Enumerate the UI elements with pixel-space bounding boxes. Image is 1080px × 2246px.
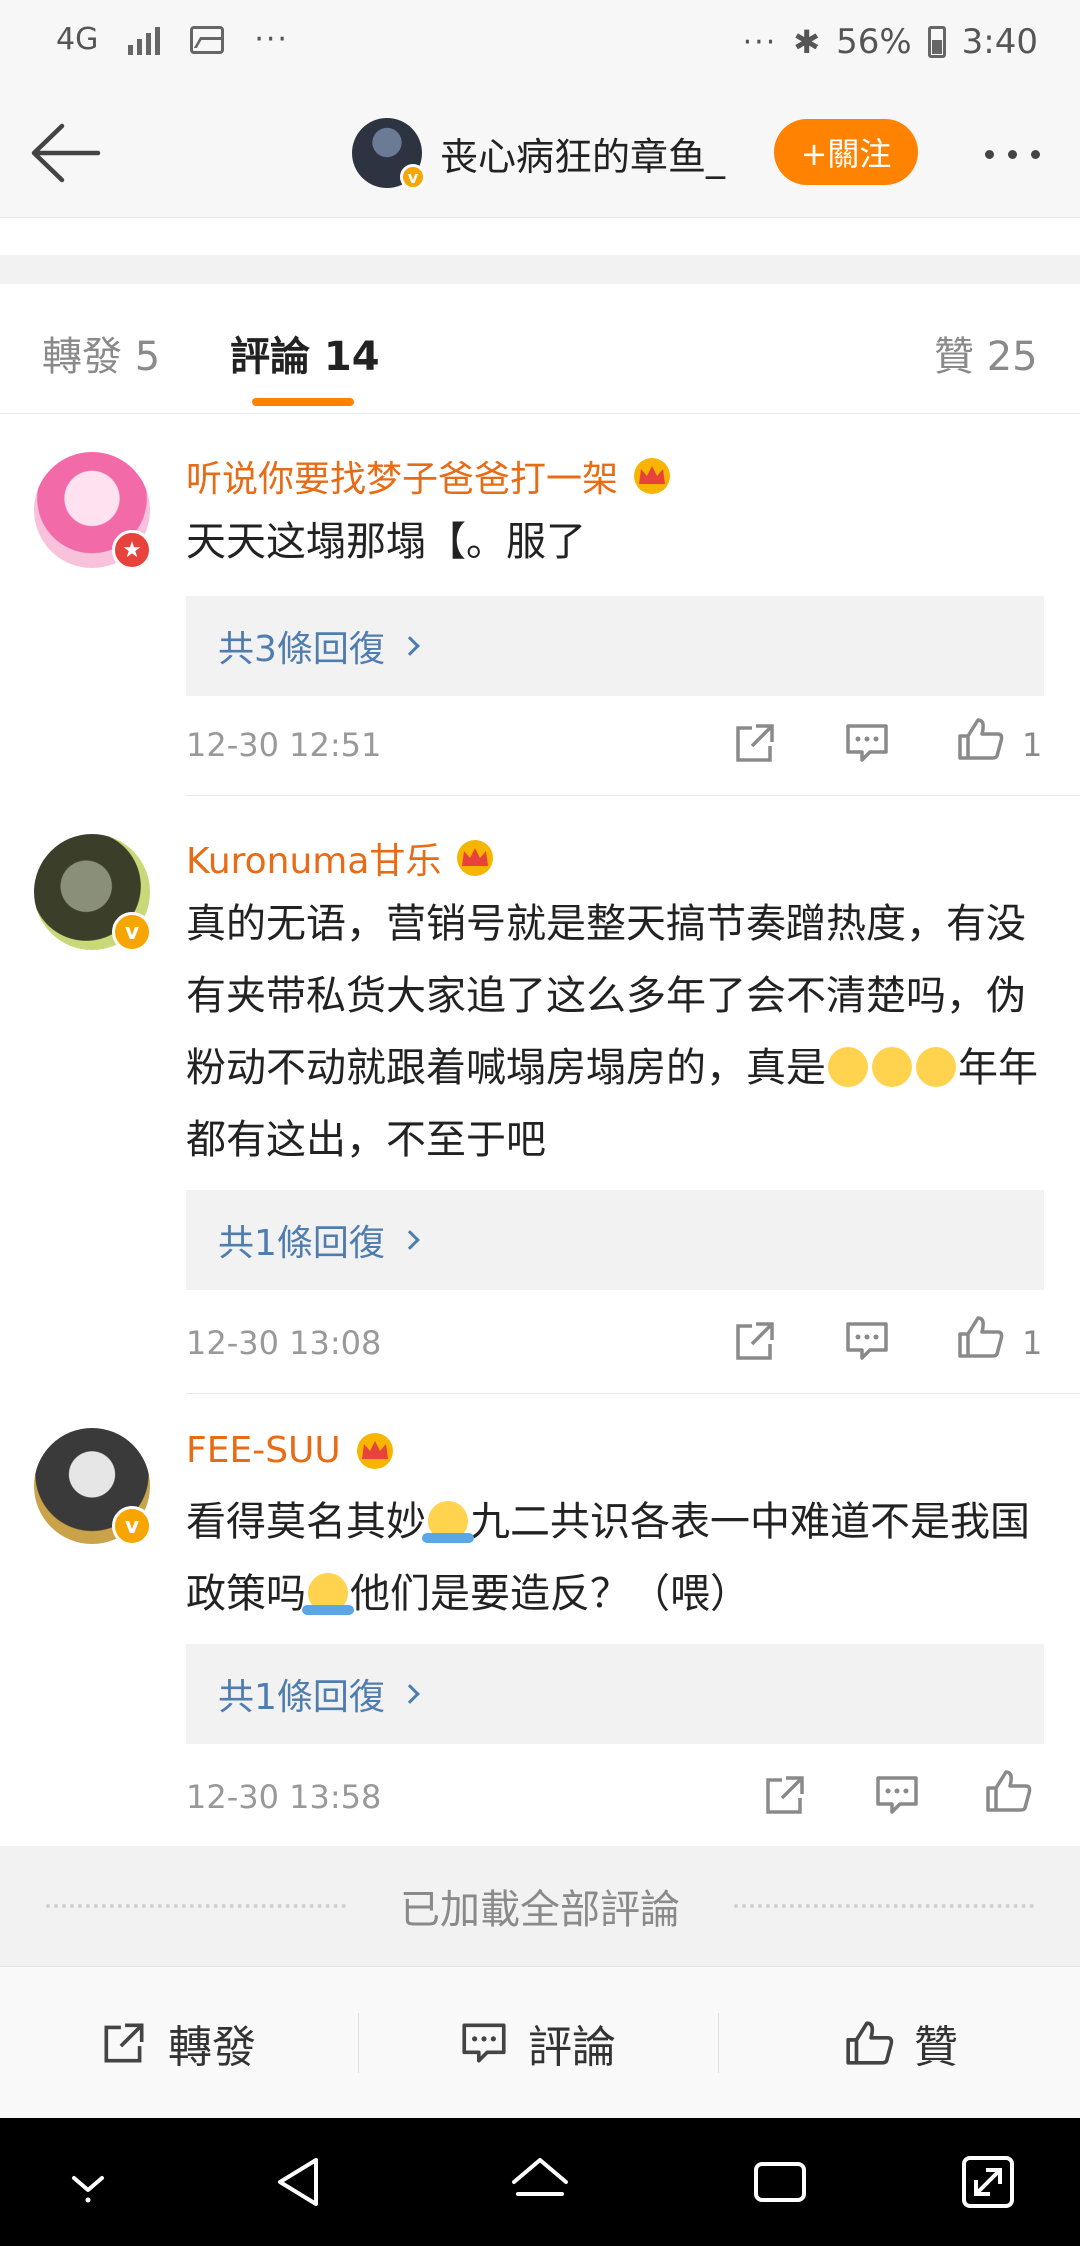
like-icon[interactable] (956, 1314, 1006, 1360)
more-options-button[interactable] (972, 134, 1052, 174)
comment-text: 看得莫名其妙 九二共识各表一中难道不是我国政策吗 他们是要造反？（喂） (186, 1486, 1046, 1630)
crown-icon (634, 458, 671, 494)
comment-text: 天天这塌那塌【。服了 (186, 519, 586, 565)
like-icon (846, 2021, 894, 2065)
chevron-right-icon (400, 1684, 420, 1704)
back-triangle-icon[interactable] (268, 2150, 332, 2214)
comment-item: v Kuronuma甘乐 真的无语，营销号就是整天搞节奏蹭热度，有没有夹带私货大… (0, 796, 1080, 1394)
tab-bar: 轉發 5 評論 14 贊 25 (0, 284, 1080, 414)
commenter-name[interactable]: Kuronuma甘乐 (186, 832, 497, 884)
like-count: 1 (1022, 726, 1043, 764)
chevron-right-icon (400, 1230, 420, 1250)
dotted-divider (734, 1904, 1034, 1908)
sleepy-emoji-icon (872, 1047, 912, 1087)
expand-icon[interactable] (956, 2150, 1020, 2214)
bluetooth-icon: ✱ (793, 23, 821, 61)
commenter-name-text: 听说你要找梦子爸爸打一架 (186, 459, 619, 500)
verified-badge-icon: v (112, 912, 152, 952)
repost-comment-icon[interactable] (730, 1318, 780, 1364)
more-status-icon: ··· (742, 24, 778, 60)
shrug-emoji-icon (302, 1573, 354, 1615)
like-button[interactable]: 贊 (844, 1967, 958, 2119)
follow-button[interactable]: +關注 (774, 119, 918, 185)
signal-icon (128, 25, 161, 55)
comment-button[interactable]: 評論 (458, 1967, 616, 2119)
battery-percent: 56% (836, 22, 912, 62)
view-replies-button[interactable]: 共1條回復 (186, 1190, 1044, 1290)
commenter-name-text: Kuronuma甘乐 (186, 841, 442, 882)
repost-icon (104, 2023, 144, 2063)
view-replies-button[interactable]: 共1條回復 (186, 1644, 1044, 1744)
crown-icon (356, 1432, 393, 1469)
repost-comment-icon[interactable] (730, 720, 780, 766)
status-bar: 4G ··· ··· ✱ 56% 3:40 (0, 0, 1080, 90)
repost-comment-icon[interactable] (760, 1772, 810, 1818)
reply-icon[interactable] (872, 1772, 922, 1818)
tab-likes[interactable]: 贊 25 (934, 324, 1038, 382)
tab-reposts[interactable]: 轉發 5 (42, 324, 160, 382)
back-arrow-icon (31, 123, 101, 183)
crown-icon (457, 840, 494, 876)
clock: 3:40 (961, 22, 1038, 62)
comment-timestamp: 12-30 13:08 (186, 1324, 382, 1362)
replies-label: 共1條回復 (218, 1223, 385, 1264)
comment-item: v FEE-SUU 看得莫名其妙 九二共识各表一中难道不是我国政策吗 他们是要造反？… (0, 1394, 1080, 1846)
repost-button[interactable]: 轉發 (98, 1967, 256, 2119)
comment-label: 評論 (528, 2022, 616, 2073)
comment-text: 真的无语，营销号就是整天搞节奏蹭热度，有没有夹带私货大家追了这么多年了会不清楚吗… (186, 888, 1046, 1176)
comment-timestamp: 12-30 12:51 (186, 726, 382, 764)
recent-apps-icon[interactable] (748, 2150, 812, 2214)
all-comments-loaded: 已加載全部評論 (0, 1846, 1080, 1966)
dotted-divider (46, 1904, 346, 1908)
like-icon[interactable] (984, 1768, 1034, 1814)
shrug-emoji-icon (422, 1501, 474, 1543)
comment-text-part: 他们是要造反？（喂） (350, 1571, 750, 1617)
comment-text-part: 看得莫名其妙 (186, 1499, 426, 1545)
comment-icon (462, 2023, 506, 2063)
battery-icon (927, 26, 946, 58)
verified-badge-icon: v (112, 1506, 152, 1546)
image-notification-icon (190, 25, 225, 54)
view-replies-button[interactable]: 共3條回復 (186, 596, 1044, 696)
verified-badge-icon: v (400, 164, 426, 190)
repost-label: 轉發 (168, 2022, 256, 2073)
commenter-avatar[interactable]: v (34, 834, 152, 952)
author-name[interactable]: 丧心病狂的章鱼_ (440, 126, 725, 181)
chevron-right-icon (400, 636, 420, 656)
commenter-avatar[interactable]: v (34, 1428, 152, 1546)
replies-label: 共3條回復 (218, 629, 385, 670)
hide-keyboard-icon[interactable] (56, 2150, 120, 2214)
commenter-name-text: FEE-SUU (186, 1430, 341, 1471)
tab-comments[interactable]: 評論 14 (230, 324, 380, 382)
comment-timestamp: 12-30 13:58 (186, 1778, 382, 1816)
system-navigation-bar (0, 2118, 1080, 2246)
commenter-name[interactable]: FEE-SUU (186, 1430, 397, 1471)
reply-icon[interactable] (842, 720, 892, 766)
sleepy-emoji-icon (828, 1047, 868, 1087)
separator (718, 2013, 719, 2073)
commenter-avatar[interactable]: ★ (34, 452, 152, 570)
author-avatar[interactable]: v (352, 118, 426, 190)
active-tab-indicator (252, 398, 354, 406)
commenter-name[interactable]: 听说你要找梦子爸爸打一架 (186, 450, 674, 502)
home-icon[interactable] (508, 2150, 572, 2214)
member-badge-icon: ★ (112, 530, 152, 570)
bottom-action-bar: 轉發 評論 贊 (0, 1966, 1080, 2118)
reply-icon[interactable] (842, 1318, 892, 1364)
separator (358, 2013, 359, 2073)
back-button[interactable] (24, 120, 104, 186)
like-label: 贊 (914, 2022, 958, 2073)
like-icon[interactable] (956, 716, 1006, 762)
like-count: 1 (1022, 1324, 1043, 1362)
sleepy-emoji-icon (916, 1047, 956, 1087)
section-gap (0, 255, 1080, 284)
comment-item: ★ 听说你要找梦子爸爸打一架 天天这塌那塌【。服了 共3條回復 12-30 12… (0, 414, 1080, 796)
more-notifications-icon: ··· (254, 22, 289, 57)
replies-label: 共1條回復 (218, 1677, 385, 1718)
top-nav-bar: v 丧心病狂的章鱼_ +關注 (0, 90, 1080, 218)
all-comments-loaded-label: 已加載全部評論 (400, 1887, 680, 1933)
network-type: 4G (56, 21, 99, 57)
